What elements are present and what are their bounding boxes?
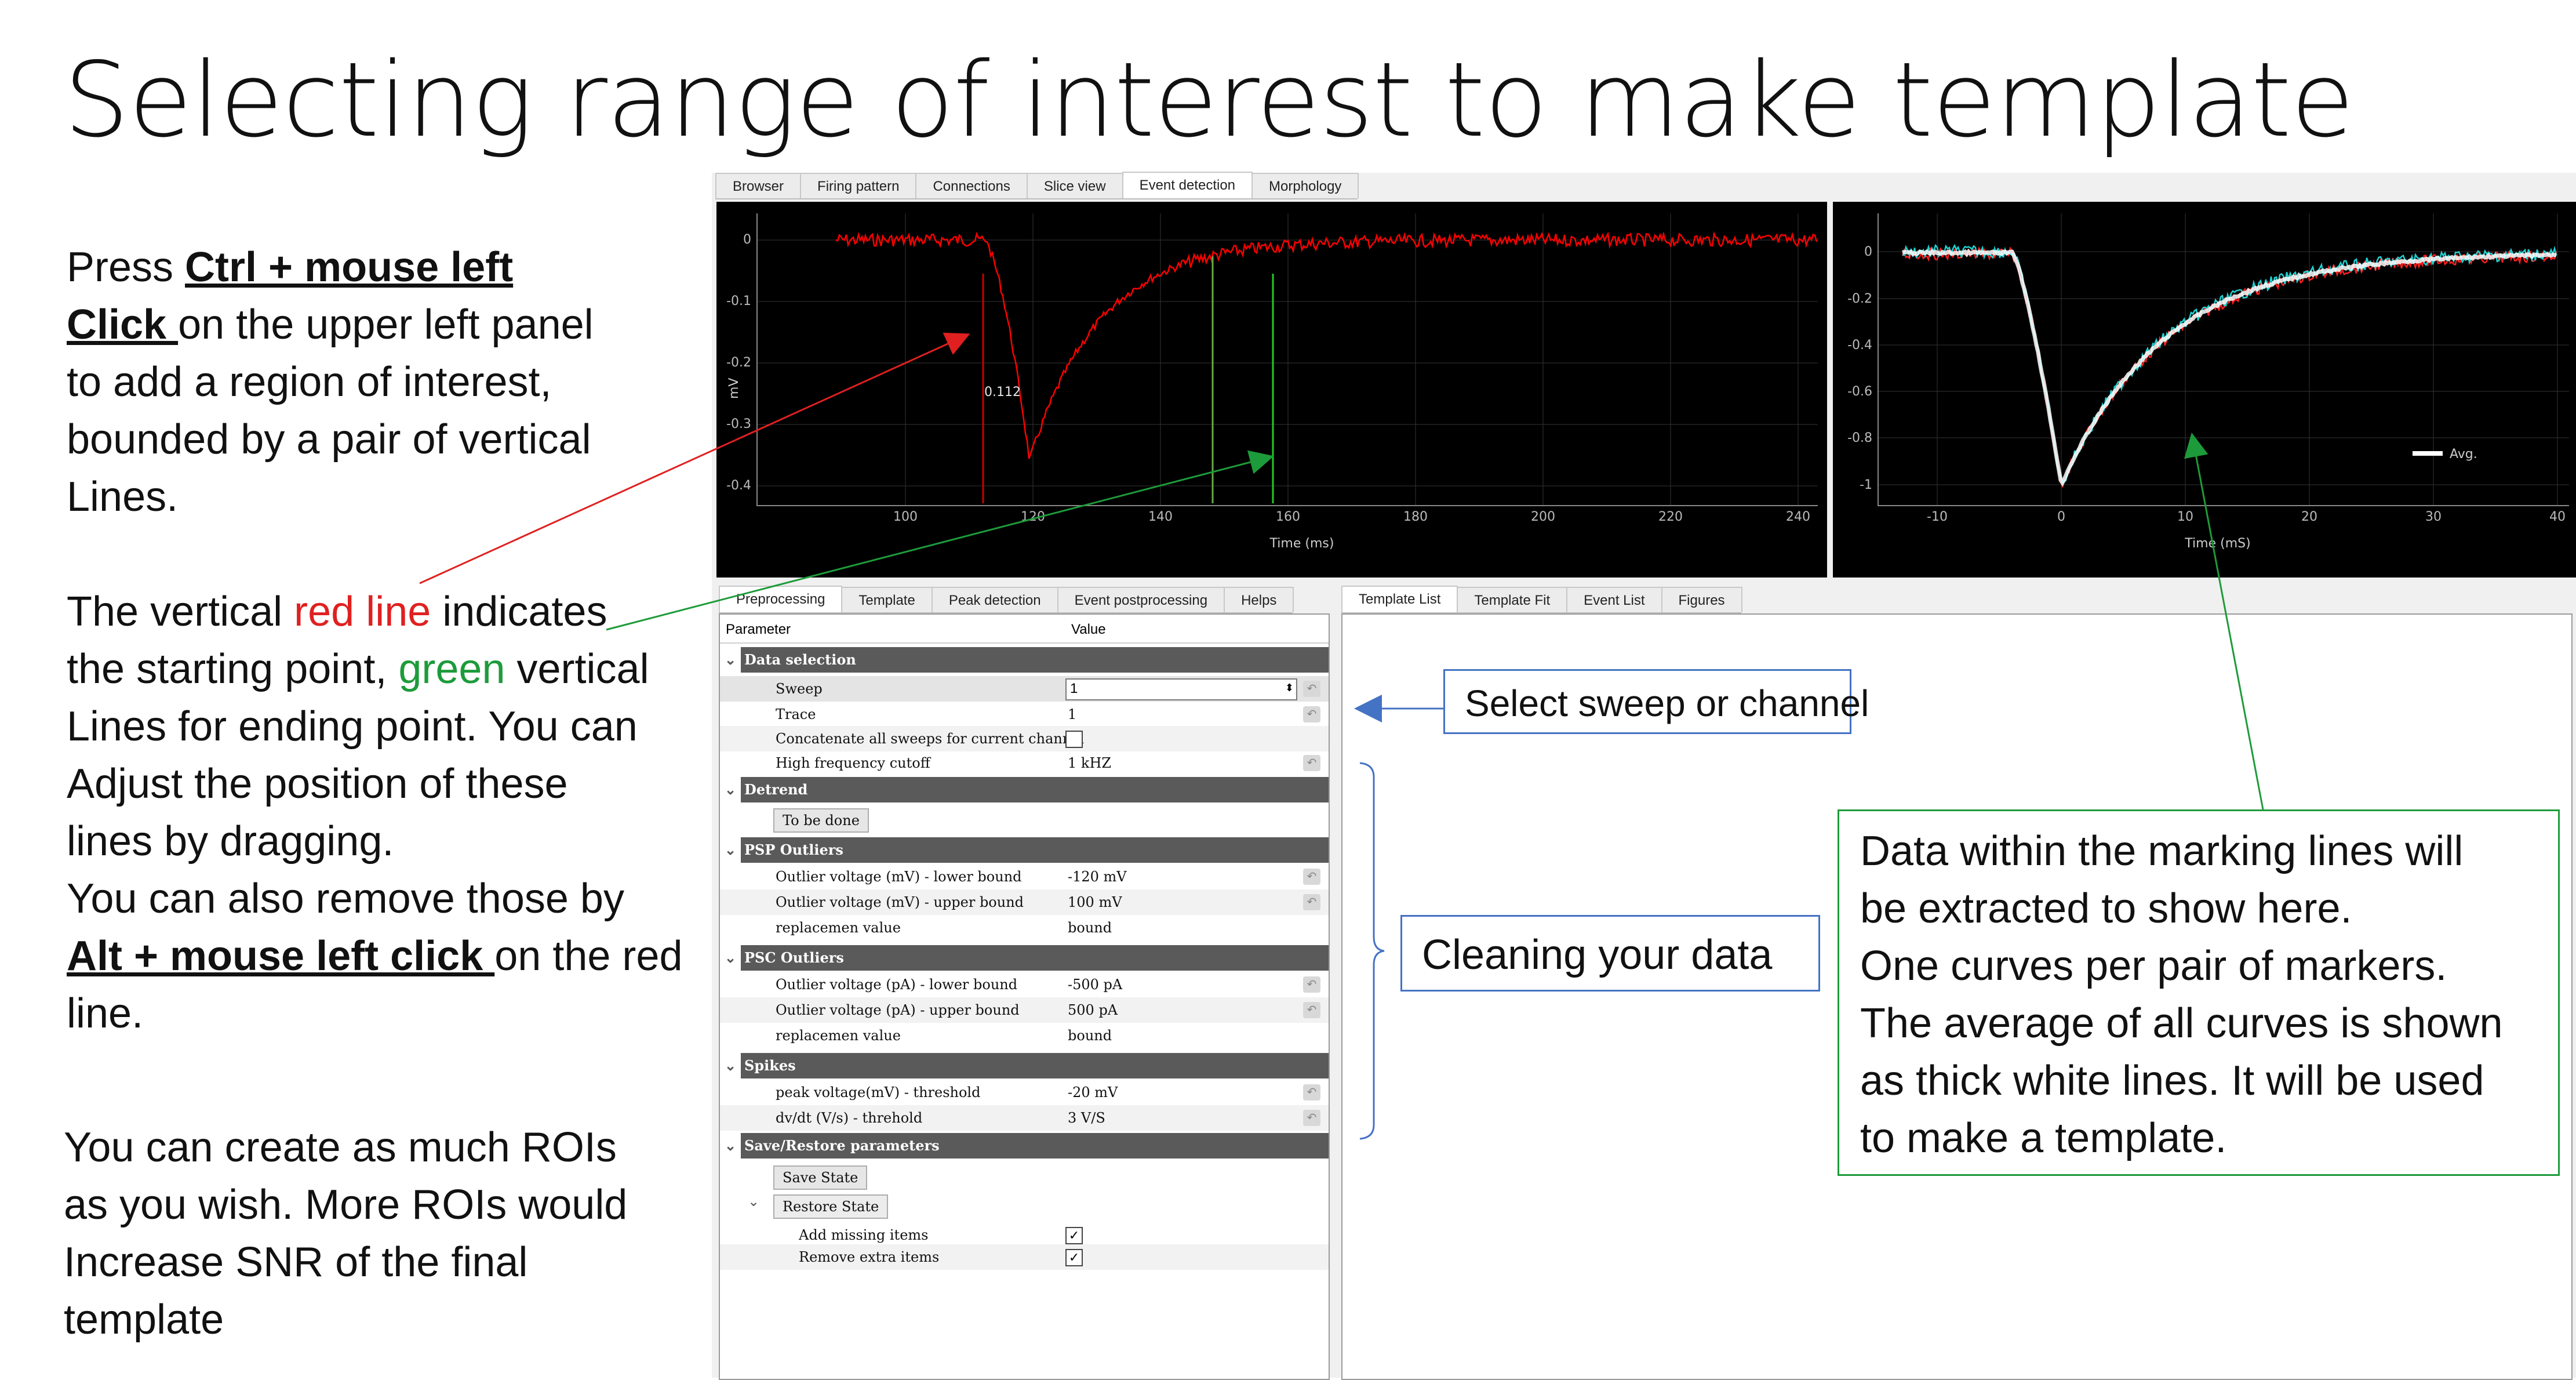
red-arrow: [419, 332, 970, 584]
curly-bracket: [1359, 762, 1385, 1140]
green-arrow-left: [606, 450, 1274, 631]
annotation-overlay: [419, 332, 2264, 1140]
green-arrow-right: [2184, 433, 2264, 810]
